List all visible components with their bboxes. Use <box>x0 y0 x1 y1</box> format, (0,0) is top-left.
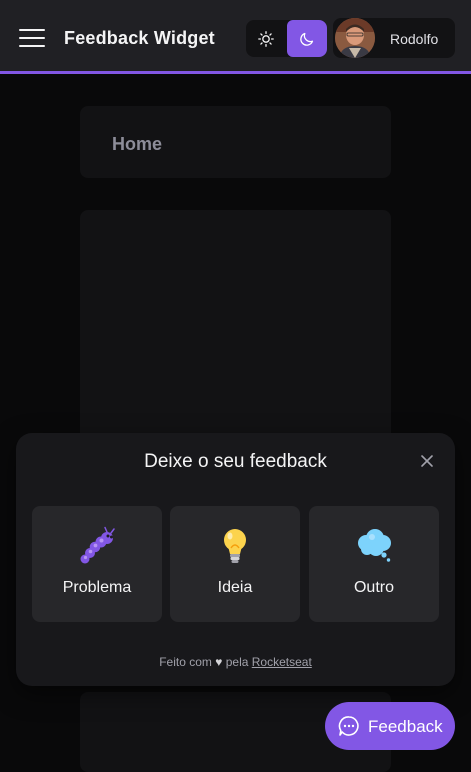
avatar <box>335 18 375 58</box>
feedback-type-label: Ideia <box>217 579 253 596</box>
home-label: Home <box>112 134 163 154</box>
footer-prefix: Feito com <box>159 655 212 669</box>
moon-icon <box>300 32 314 46</box>
thought-cloud-icon <box>358 529 391 562</box>
feedback-widget: Deixe o seu feedback Problema Ideia Outr… <box>16 433 455 686</box>
widget-title: Deixe o seu feedback <box>144 451 327 472</box>
feedback-button-label: Feedback <box>368 717 443 736</box>
home-card: Home <box>80 106 391 178</box>
dark-theme-button[interactable] <box>287 20 327 57</box>
feedback-type-label: Problema <box>62 579 132 596</box>
feedback-button[interactable]: Feedback <box>325 702 455 750</box>
feedback-type-label: Outro <box>353 579 394 596</box>
hamburger-menu-icon[interactable] <box>19 27 45 49</box>
theme-toggle <box>246 20 327 57</box>
lightbulb-icon <box>224 529 246 563</box>
chat-bubble-icon <box>338 716 359 736</box>
user-name: Rodolfo <box>390 31 439 47</box>
bug-icon <box>80 526 115 564</box>
light-theme-button[interactable] <box>246 20 286 57</box>
feedback-type-idea-button[interactable]: Ideia <box>170 506 300 622</box>
footer-middle: pela <box>225 655 249 669</box>
sun-icon <box>258 30 274 47</box>
user-profile-button[interactable]: Rodolfo <box>333 18 455 58</box>
rocketseat-link[interactable]: Rocketseat <box>252 655 312 669</box>
feedback-type-other-button[interactable]: Outro <box>309 506 439 622</box>
heart-icon: ♥ <box>215 655 223 669</box>
feedback-type-problem-button[interactable]: Problema <box>32 506 162 622</box>
close-icon[interactable] <box>418 452 436 470</box>
content-card <box>80 210 391 446</box>
app-header: Feedback Widget Rodolfo <box>0 0 471 74</box>
app-title: Feedback Widget <box>64 28 215 48</box>
widget-footer: Feito com ♥ pela Rocketseat <box>16 655 455 669</box>
